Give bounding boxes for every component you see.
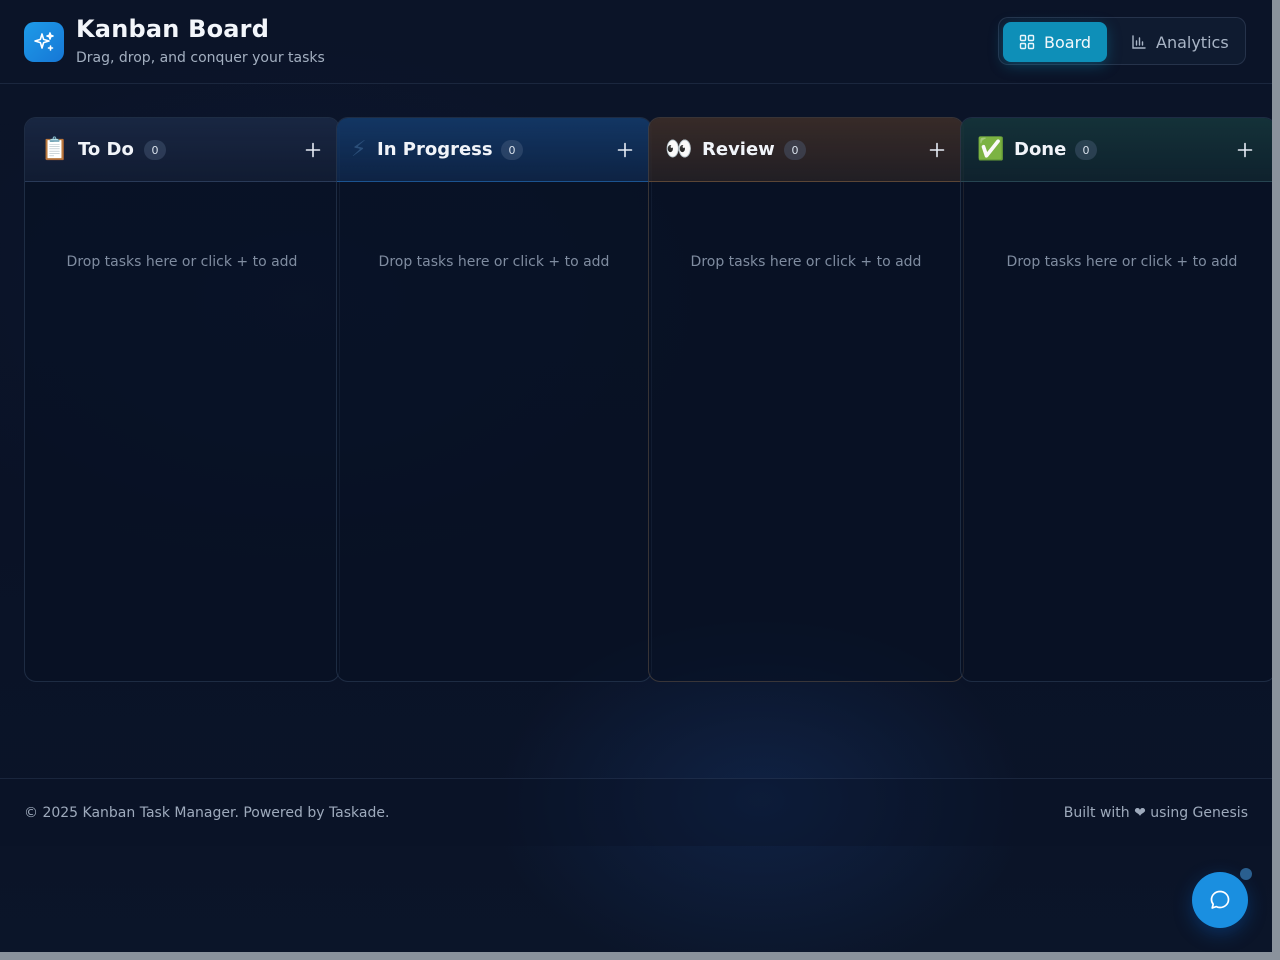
column-header: ⚡ In Progress 0: [337, 118, 651, 182]
add-task-button[interactable]: [1233, 138, 1257, 162]
add-task-button[interactable]: [301, 138, 325, 162]
eyes-icon: 👀: [665, 137, 693, 162]
view-switcher: Board Analytics: [998, 17, 1246, 65]
column-empty-text: Drop tasks here or click + to add: [690, 254, 922, 270]
chat-bubble-icon: [1210, 890, 1230, 909]
column-empty-text: Drop tasks here or click + to add: [378, 254, 610, 270]
vertical-scrollbar[interactable]: [1272, 0, 1280, 960]
column-header: 📋 To Do 0: [25, 118, 339, 182]
plus-icon: [617, 142, 633, 158]
page-subtitle: Drag, drop, and conquer your tasks: [76, 50, 325, 66]
chat-button[interactable]: [1192, 872, 1248, 928]
app-page: Kanban Board Drag, drop, and conquer you…: [0, 0, 1272, 952]
check-mark-icon: ✅: [977, 137, 1005, 162]
footer-copyright: © 2025 Kanban Task Manager. Powered by T…: [24, 805, 390, 821]
column-review[interactable]: 👀 Review 0 Drop tasks here or click + to…: [648, 117, 964, 682]
tab-board[interactable]: Board: [1003, 22, 1107, 62]
add-task-button[interactable]: [613, 138, 637, 162]
kanban-board: 📋 To Do 0 Drop tasks here or click + to …: [24, 117, 1272, 682]
column-empty-text: Drop tasks here or click + to add: [1006, 254, 1238, 270]
horizontal-scrollbar[interactable]: [0, 952, 1280, 960]
tab-board-label: Board: [1044, 32, 1092, 52]
column-count-badge: 0: [1075, 140, 1097, 160]
grid-icon: [1019, 34, 1035, 50]
column-done[interactable]: ✅ Done 0 Drop tasks here or click + to a…: [960, 117, 1272, 682]
tab-analytics[interactable]: Analytics: [1115, 22, 1239, 62]
page-footer: © 2025 Kanban Task Manager. Powered by T…: [0, 778, 1272, 846]
plus-icon: [1237, 142, 1253, 158]
lightning-icon: ⚡: [351, 137, 367, 162]
column-header: 👀 Review 0: [649, 118, 963, 182]
tab-analytics-label: Analytics: [1156, 32, 1229, 52]
column-in-progress[interactable]: ⚡ In Progress 0 Drop tasks here or click…: [336, 117, 652, 682]
column-title: In Progress: [377, 139, 493, 160]
column-todo[interactable]: 📋 To Do 0 Drop tasks here or click + to …: [24, 117, 340, 682]
column-header: ✅ Done 0: [961, 118, 1272, 182]
column-count-badge: 0: [784, 140, 806, 160]
column-title: Done: [1014, 139, 1067, 160]
plus-icon: [929, 142, 945, 158]
footer-credit: Built with ❤ using Genesis: [1063, 805, 1248, 821]
column-count-badge: 0: [501, 140, 523, 160]
notification-dot: [1240, 868, 1252, 880]
sparkles-icon: [24, 22, 64, 62]
app-header: Kanban Board Drag, drop, and conquer you…: [0, 0, 1272, 84]
bar-chart-icon: [1131, 34, 1147, 50]
column-count-badge: 0: [144, 140, 166, 160]
column-title: Review: [702, 139, 775, 160]
column-empty-text: Drop tasks here or click + to add: [66, 254, 298, 270]
add-task-button[interactable]: [925, 138, 949, 162]
page-title: Kanban Board: [76, 15, 270, 43]
column-title: To Do: [78, 139, 134, 160]
plus-icon: [305, 142, 321, 158]
clipboard-icon: 📋: [41, 137, 69, 162]
